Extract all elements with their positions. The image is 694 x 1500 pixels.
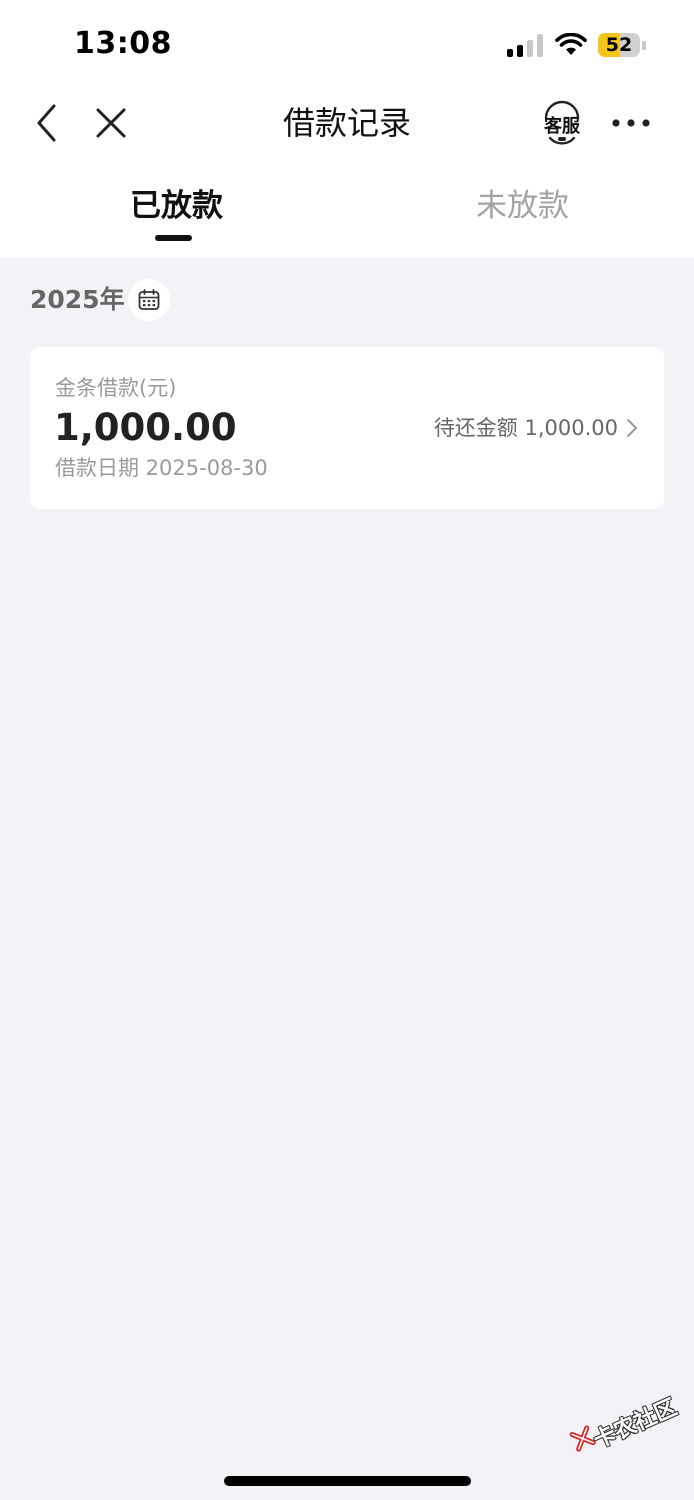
loan-records-screen: 13:08 52 借款记录 客服 已放款 未放款 2025年 金条借款(元) 1… <box>0 0 694 1500</box>
battery-icon: 52 <box>598 33 640 57</box>
loan-type-label: 金条借款(元) <box>55 376 177 400</box>
battery-tip <box>642 41 646 50</box>
loan-amount: 1,000.00 <box>54 406 237 449</box>
cellular-signal-icon <box>507 33 543 57</box>
battery-level: 52 <box>605 34 633 56</box>
year-label: 2025年 <box>30 285 125 314</box>
watermark-text: 卡农社区 <box>590 1395 681 1454</box>
chevron-right-icon <box>627 419 637 437</box>
tab-not-disbursed[interactable]: 未放款 <box>476 184 569 228</box>
wifi-icon <box>555 33 587 55</box>
remaining-amount-group: 待还金额 1,000.00 <box>434 413 638 443</box>
remaining-amount: 待还金额 1,000.00 <box>433 416 618 440</box>
loan-record-card[interactable]: 金条借款(元) 1,000.00 借款日期 2025-08-30 待还金额 1,… <box>30 347 664 509</box>
watermark: 卡农社区 <box>564 1382 685 1480</box>
calendar-button[interactable] <box>128 279 170 321</box>
customer-service-button[interactable]: 客服 <box>538 100 586 148</box>
loan-date: 借款日期 2025-08-30 <box>55 456 268 480</box>
active-tab-indicator <box>155 235 192 241</box>
page-title: 借款记录 <box>282 104 411 142</box>
home-indicator[interactable] <box>224 1476 471 1486</box>
status-time: 13:08 <box>74 26 172 61</box>
customer-service-label: 客服 <box>544 116 580 137</box>
calendar-icon <box>138 289 160 310</box>
more-dots-icon[interactable] <box>610 112 652 134</box>
tab-disbursed[interactable]: 已放款 <box>130 184 223 228</box>
